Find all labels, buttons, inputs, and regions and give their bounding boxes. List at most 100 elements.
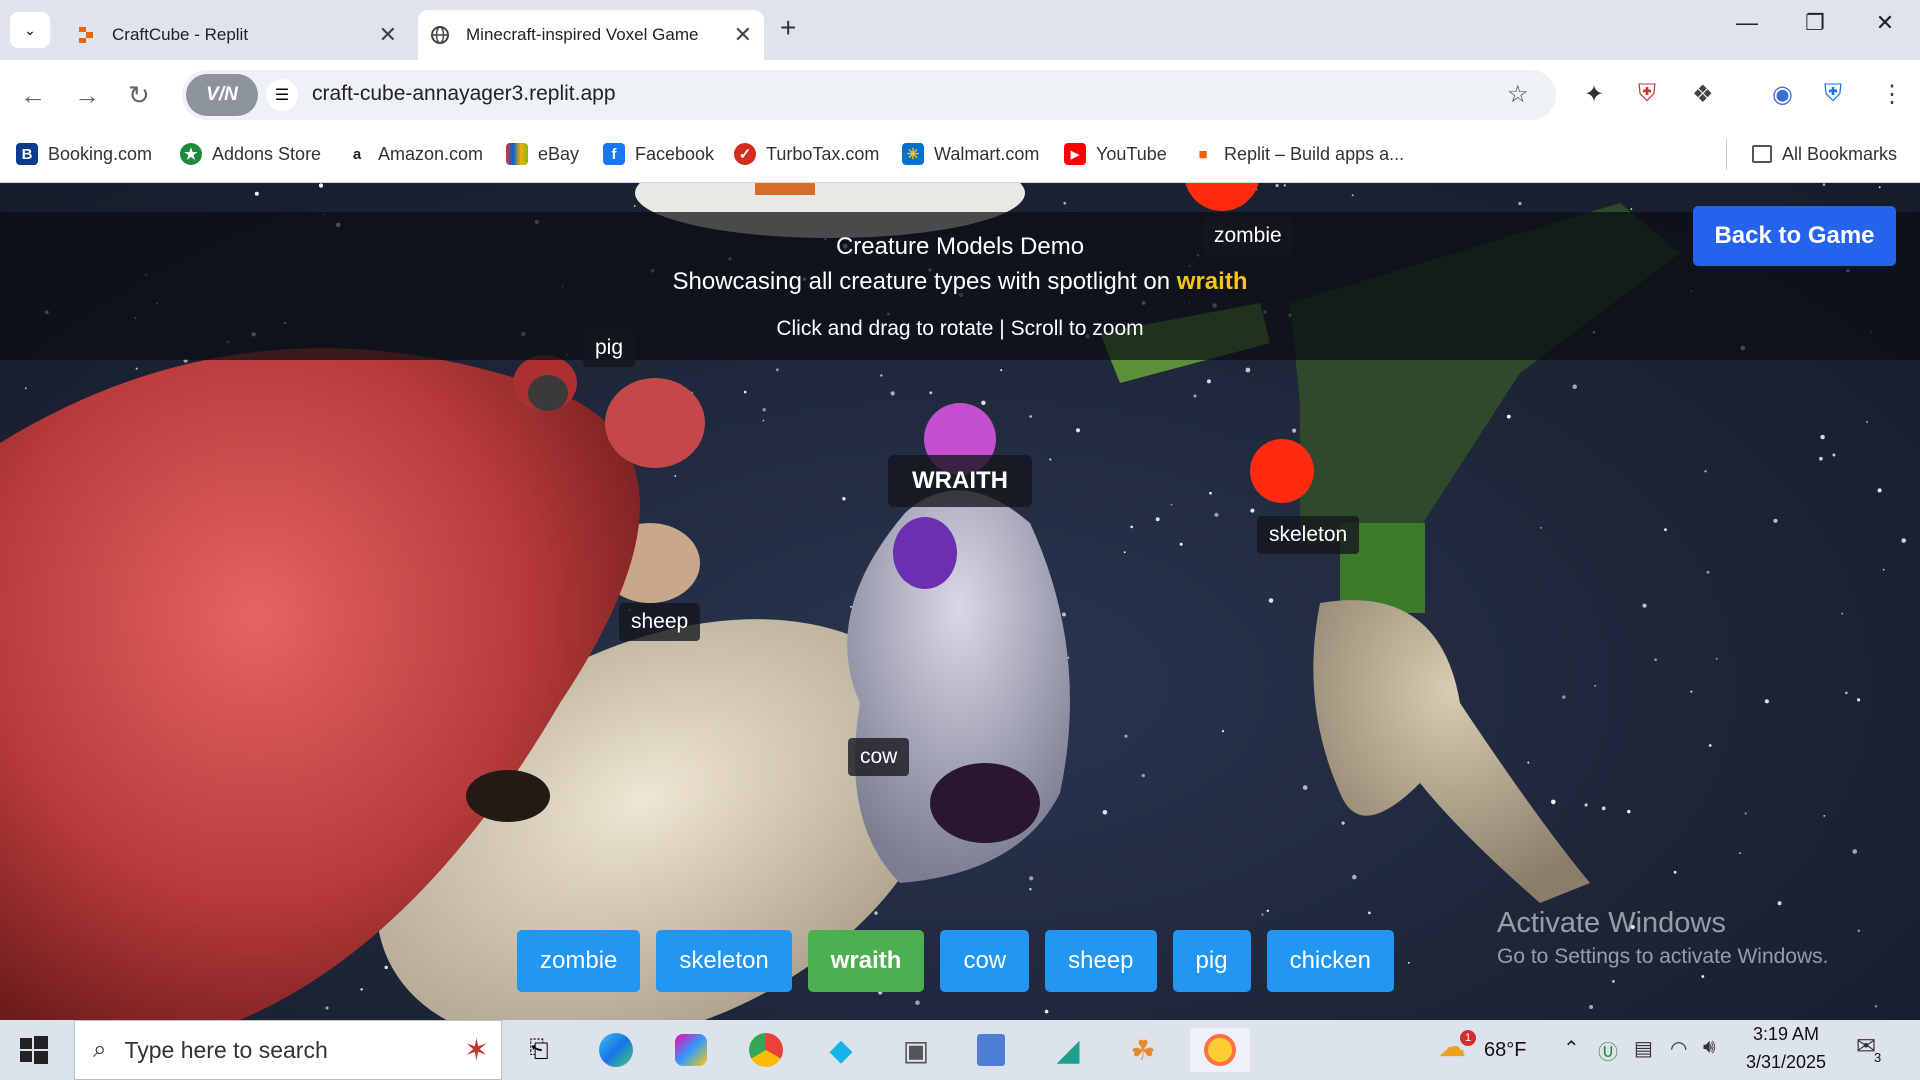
bookmark-ebay[interactable]: eBay [506, 138, 579, 170]
tab-search-button[interactable]: ⌄ [10, 12, 50, 48]
new-tab-button[interactable]: + [780, 12, 796, 44]
label-cow: cow [848, 738, 910, 776]
label-sheep: sheep [619, 603, 701, 641]
kodi-icon[interactable]: ◆ [817, 1028, 865, 1072]
task-view-icon[interactable]: ⎗ [515, 1028, 563, 1072]
camera-icon[interactable]: ▣ [892, 1028, 940, 1072]
close-window-button[interactable]: ✕ [1860, 10, 1910, 36]
demo-title: Creature Models Demo [835, 233, 1085, 260]
wifi-icon[interactable]: ◠ [1670, 1036, 1687, 1061]
zombie-orb [1185, 183, 1259, 211]
bookmark-addons[interactable]: ★ Addons Store [180, 138, 321, 170]
back-arrow-icon[interactable]: ← [20, 80, 46, 111]
utorrent-icon[interactable]: Ⓤ [1598, 1036, 1618, 1065]
facebook-icon: f [603, 143, 625, 165]
taskbar-search[interactable]: ⌕ Type here to search ✶ [74, 1020, 502, 1080]
folder-icon [1752, 145, 1772, 163]
skeleton-model [1313, 600, 1590, 903]
url-text[interactable]: craft-cube-annayager3.replit.app [312, 82, 616, 106]
label-wraith: WRAITH [888, 455, 1032, 507]
restore-button[interactable]: ❐ [1790, 10, 1840, 36]
puzzle-extensions-icon[interactable]: ❖ [1692, 80, 1714, 109]
search-icon: ⌕ [93, 1036, 107, 1063]
creature-button-wraith[interactable]: wraith [807, 930, 925, 992]
ebay-icon [506, 143, 528, 165]
site-settings-icon[interactable]: ☰ [266, 79, 298, 111]
youtube-icon: ▶ [1064, 143, 1086, 165]
menu-kebab-icon[interactable]: ⋮ [1880, 80, 1904, 109]
chrome-icon[interactable] [742, 1028, 790, 1072]
creature-button-cow[interactable]: cow [940, 930, 1030, 992]
search-highlight-icon: ✶ [463, 1033, 489, 1067]
bookmark-youtube[interactable]: ▶ YouTube [1064, 138, 1167, 170]
creature-button-zombie[interactable]: zombie [517, 930, 641, 992]
notifications-count: 3 [1874, 1050, 1882, 1065]
walmart-icon: ✳ [902, 143, 924, 165]
bookmark-facebook[interactable]: f Facebook [603, 138, 714, 170]
bookmarks-divider [1726, 138, 1727, 170]
edge-icon[interactable] [592, 1028, 640, 1072]
pig-eye [528, 375, 568, 411]
label-pig: pig [583, 329, 636, 367]
chicken-beak [755, 183, 815, 195]
close-tab-icon[interactable]: ✕ [379, 22, 397, 48]
replit-icon: ■ [1192, 143, 1214, 165]
adblock-shield-icon[interactable]: ⛨ [1638, 80, 1656, 108]
extension-icon[interactable]: ✦ [1584, 80, 1604, 109]
windows-start-icon[interactable] [16, 1032, 52, 1073]
clock-time[interactable]: 3:19 AM [1736, 1024, 1836, 1045]
close-tab-icon[interactable]: ✕ [734, 22, 752, 48]
pig-ear [605, 378, 705, 468]
bookmark-booking[interactable]: B Booking.com [16, 138, 152, 170]
bookmark-amazon[interactable]: a Amazon.com [346, 138, 483, 170]
weather-temperature[interactable]: 68°F [1484, 1039, 1526, 1062]
creature-selector: zombie skeleton wraith cow sheep pig chi… [517, 930, 1394, 992]
all-bookmarks-button[interactable]: All Bookmarks [1752, 138, 1897, 170]
game-canvas[interactable]: Creature Models Demo Showcasing all crea… [0, 183, 1920, 1020]
turbotax-icon: ✓ [734, 143, 756, 165]
browser-app-icon[interactable] [1190, 1028, 1250, 1072]
creature-button-skeleton[interactable]: skeleton [656, 930, 792, 992]
tab-craftcube[interactable]: CraftCube - Replit ✕ [64, 10, 409, 60]
bookmark-star-icon[interactable]: ☆ [1507, 80, 1529, 109]
vpn-app-icon[interactable]: ◢ [1044, 1028, 1092, 1072]
spotlight-creature: wraith [1176, 268, 1248, 295]
addons-icon: ★ [180, 143, 202, 165]
activate-windows-subtitle: Go to Settings to activate Windows. [1497, 945, 1829, 968]
creature-button-chicken[interactable]: chicken [1266, 930, 1394, 992]
label-zombie: zombie [1202, 217, 1294, 255]
password-shield-icon[interactable]: ⛨ [1824, 80, 1842, 108]
label-skeleton: skeleton [1257, 516, 1360, 554]
minimize-button[interactable]: — [1722, 10, 1772, 36]
reload-icon[interactable]: ↻ [128, 80, 150, 111]
bookmark-walmart[interactable]: ✳ Walmart.com [902, 138, 1039, 170]
vpn-button[interactable]: V/N [186, 74, 258, 116]
meet-icon[interactable]: ▤ [1634, 1036, 1653, 1061]
controls-hint: Click and drag to rotate | Scroll to zoo… [776, 317, 1144, 340]
chevron-down-icon: ⌄ [24, 21, 36, 38]
creature-button-sheep[interactable]: sheep [1045, 930, 1157, 992]
forward-arrow-icon[interactable]: → [74, 80, 100, 111]
volume-icon[interactable]: 🔊︎ [1703, 1036, 1716, 1059]
bookmark-replit[interactable]: ■ Replit – Build apps a... [1192, 138, 1404, 170]
back-to-game-button[interactable]: Back to Game [1693, 206, 1896, 266]
globe-icon [430, 25, 450, 45]
tray-overflow-chevron-icon[interactable]: ⌃ [1563, 1036, 1580, 1061]
skeleton-orb [1250, 439, 1314, 503]
clock-date[interactable]: 3/31/2025 [1736, 1052, 1836, 1073]
copilot-icon[interactable] [667, 1028, 715, 1072]
tab-title: CraftCube - Replit [112, 25, 249, 44]
wraith-shadow [930, 763, 1040, 843]
tropical-app-icon[interactable]: ☘ [1119, 1028, 1167, 1072]
booking-icon: B [16, 143, 38, 165]
weather-badge: 1 [1460, 1030, 1476, 1046]
wraith-face [893, 517, 957, 589]
creature-button-pig[interactable]: pig [1172, 930, 1251, 992]
bookmark-turbotax[interactable]: ✓ TurboTax.com [734, 138, 879, 170]
profile-avatar-icon[interactable]: ◉ [1772, 80, 1793, 109]
cow-hoof [466, 770, 550, 822]
editor-app-icon[interactable] [967, 1028, 1015, 1072]
tab-title: Minecraft-inspired Voxel Game [466, 25, 699, 44]
replit-icon [76, 25, 96, 45]
tab-voxel-game[interactable]: Minecraft-inspired Voxel Game ✕ [418, 10, 764, 60]
